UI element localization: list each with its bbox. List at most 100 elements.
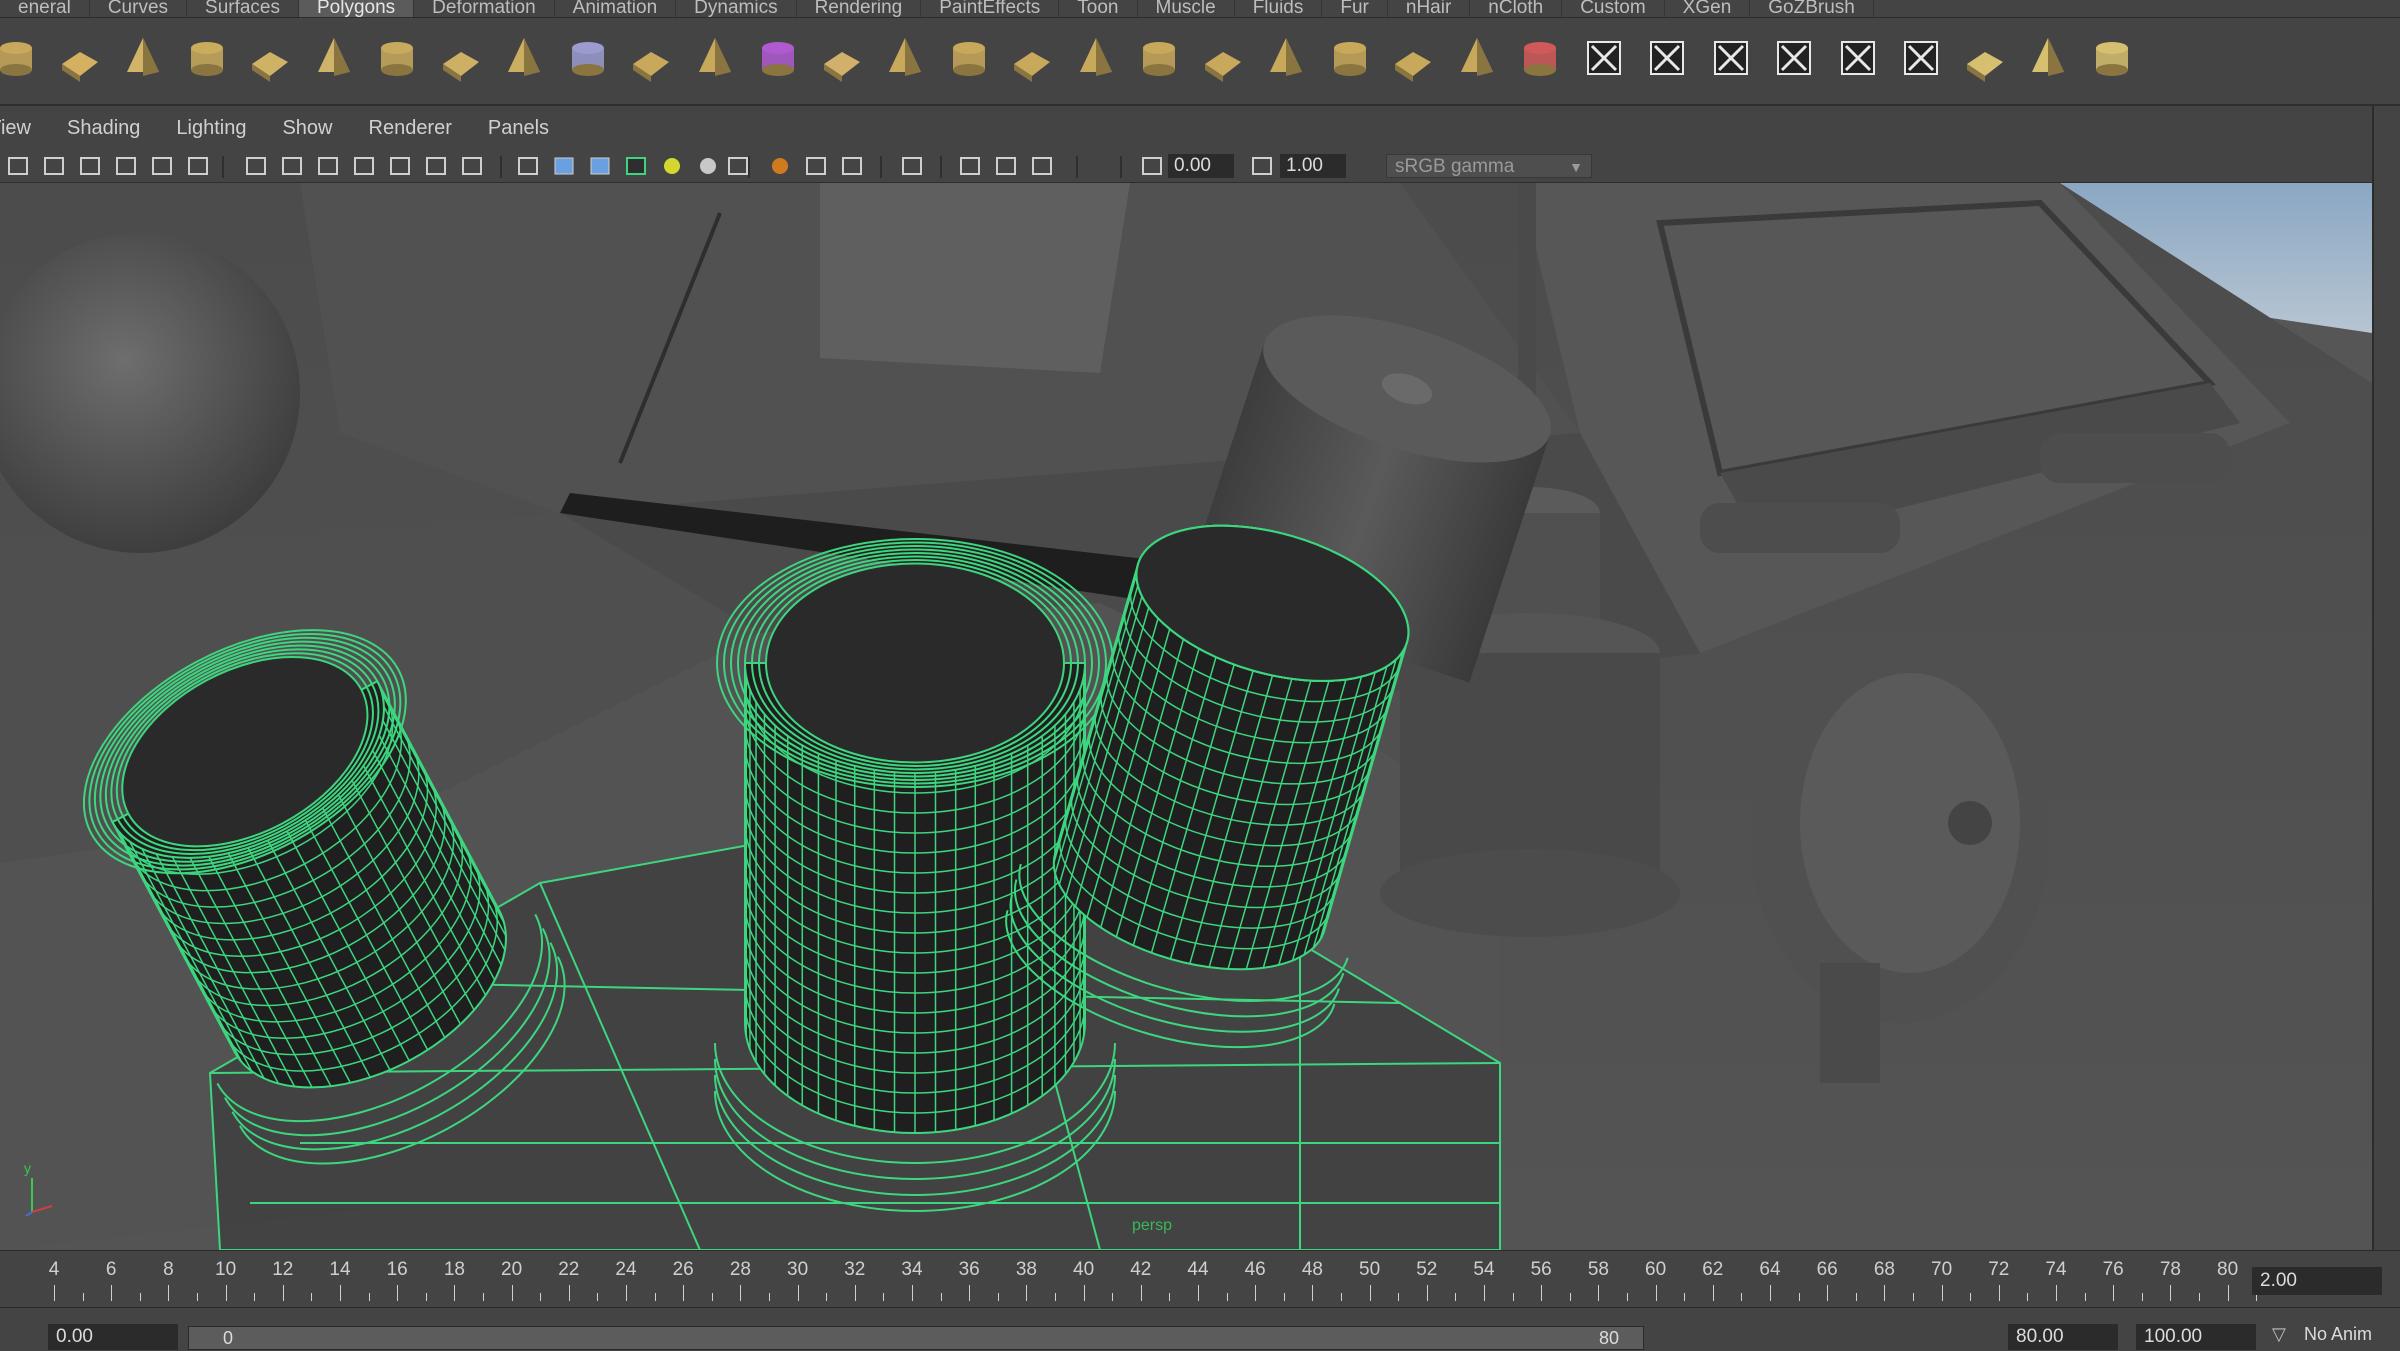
- sphere-icon[interactable]: [0, 32, 40, 84]
- shelf-tab-curves[interactable]: Curves: [90, 0, 188, 17]
- isolate-select-icon[interactable]: [900, 154, 924, 178]
- shelf-tab-painteffects[interactable]: PaintEffects: [921, 0, 1060, 17]
- shelf-tab-muscle[interactable]: Muscle: [1138, 0, 1235, 17]
- cone-icon[interactable]: [183, 32, 231, 84]
- shelf-tab-eneral[interactable]: eneral: [0, 0, 90, 17]
- motion-blur-icon[interactable]: [768, 154, 792, 178]
- menu-show[interactable]: Show: [282, 117, 346, 140]
- split-icon[interactable]: [1008, 32, 1056, 84]
- menu-lighting[interactable]: Lighting: [176, 117, 260, 140]
- grid-icon[interactable]: [244, 154, 268, 178]
- menu-renderer[interactable]: Renderer: [369, 117, 466, 140]
- bridge-icon[interactable]: [881, 32, 929, 84]
- uv-auto-icon[interactable]: [2088, 32, 2136, 84]
- uv-unfold-icon[interactable]: [1643, 32, 1691, 84]
- xray-joints-icon[interactable]: [994, 154, 1018, 178]
- start-time-field[interactable]: 0.00: [48, 1324, 178, 1350]
- poke-icon[interactable]: [1262, 32, 1310, 84]
- field-chart-icon[interactable]: [388, 154, 412, 178]
- torus-icon[interactable]: [310, 32, 358, 84]
- smooth-shade-icon[interactable]: [552, 154, 576, 178]
- soccer-ball-icon[interactable]: [500, 32, 548, 84]
- shelf-tab-ncloth[interactable]: nCloth: [1470, 0, 1563, 17]
- image-plane-icon[interactable]: [114, 154, 138, 178]
- menu-shading[interactable]: Shading: [67, 117, 154, 140]
- depth-of-field-icon[interactable]: [840, 154, 864, 178]
- wireframe-on-shaded-icon[interactable]: [588, 154, 612, 178]
- cube-colored-icon[interactable]: [754, 32, 802, 84]
- uv-editor-icon[interactable]: [1897, 32, 1945, 84]
- wedge-icon[interactable]: [1199, 32, 1247, 84]
- safe-action-icon[interactable]: [424, 154, 448, 178]
- mirror-icon[interactable]: [564, 32, 612, 84]
- gate-mask-icon[interactable]: [352, 154, 376, 178]
- gamma-icon[interactable]: [1250, 154, 1274, 178]
- shelf-tab-polygons[interactable]: Polygons: [299, 0, 415, 17]
- shelf-tab-animation[interactable]: Animation: [555, 0, 677, 17]
- shelf-tab-surfaces[interactable]: Surfaces: [187, 0, 299, 17]
- extrude-icon[interactable]: [818, 32, 866, 84]
- shelf-tab-gozbrush[interactable]: GoZBrush: [1750, 0, 1874, 17]
- cylinder-icon[interactable]: [119, 32, 167, 84]
- resolution-gate-icon[interactable]: [316, 154, 340, 178]
- range-slider-bar[interactable]: 0 80: [188, 1326, 1644, 1350]
- sphere-subd-icon[interactable]: [627, 32, 675, 84]
- use-all-lights-icon[interactable]: [660, 154, 684, 178]
- end-time-field[interactable]: 80.00: [2008, 1324, 2118, 1350]
- xray-icon[interactable]: [958, 154, 982, 178]
- grease-pencil-icon[interactable]: [186, 154, 210, 178]
- shelf-tab-dynamics[interactable]: Dynamics: [676, 0, 797, 17]
- uv-grid-icon[interactable]: [1834, 32, 1882, 84]
- shelf-tab-xgen[interactable]: XGen: [1665, 0, 1751, 17]
- sphere-smooth-icon[interactable]: [691, 32, 739, 84]
- prism-icon[interactable]: [373, 32, 421, 84]
- insert-loop-icon[interactable]: [1072, 32, 1120, 84]
- anim-layer-label[interactable]: No Anim: [2304, 1324, 2372, 1345]
- plane-icon[interactable]: [246, 32, 294, 84]
- menu-panels[interactable]: Panels: [488, 117, 563, 140]
- current-frame-field[interactable]: 2.00: [2252, 1267, 2382, 1295]
- textured-icon[interactable]: [624, 154, 648, 178]
- time-ruler[interactable]: 4 6 8 10 12 14 16 18 20 22 24 26 28 30 32 34 36 38 40 42 44 4…: [0, 1251, 2258, 1307]
- film-gate-icon[interactable]: [280, 154, 304, 178]
- shelf-tab-toon[interactable]: Toon: [1059, 0, 1138, 17]
- multisample-aa-icon[interactable]: [804, 154, 828, 178]
- menu-view[interactable]: View: [0, 117, 45, 140]
- shelf-tab-fluids[interactable]: Fluids: [1235, 0, 1323, 17]
- uv-toolkit-icon[interactable]: [1961, 32, 2009, 84]
- color-space-dropdown[interactable]: sRGB gamma ▼: [1386, 154, 1592, 178]
- gamma-field[interactable]: 1.00: [1280, 154, 1346, 178]
- bevel-icon[interactable]: [1135, 32, 1183, 84]
- bookmarks-icon[interactable]: [78, 154, 102, 178]
- shadows-icon[interactable]: [696, 154, 720, 178]
- pipe-icon[interactable]: [437, 32, 485, 84]
- exposure-field[interactable]: 0.00: [1168, 154, 1234, 178]
- screen-space-ao-icon[interactable]: [726, 154, 750, 178]
- cube-icon[interactable]: [56, 32, 104, 84]
- uv-planar-icon[interactable]: [2024, 32, 2072, 84]
- 2d-pan-zoom-icon[interactable]: [150, 154, 174, 178]
- duplicate-icon[interactable]: [1326, 32, 1374, 84]
- append-icon[interactable]: [945, 32, 993, 84]
- shelf-tab-rendering[interactable]: Rendering: [797, 0, 922, 17]
- shelf-tab-nhair[interactable]: nHair: [1388, 0, 1471, 17]
- safe-title-icon[interactable]: [460, 154, 484, 178]
- time-slider[interactable]: 4 6 8 10 12 14 16 18 20 22 24 26 28 30 32 34 36 38 40 42 44 4…: [0, 1250, 2400, 1307]
- chevron-down-icon[interactable]: ▽: [2272, 1324, 2286, 1345]
- uv-checker-icon[interactable]: [1580, 32, 1628, 84]
- shelf-tab-custom[interactable]: Custom: [1562, 0, 1665, 17]
- 3d-viewport[interactable]: [0, 183, 2372, 1250]
- exposure-icon[interactable]: [1140, 154, 1164, 178]
- fill-hole-icon[interactable]: [1453, 32, 1501, 84]
- wireframe-icon[interactable]: [516, 154, 540, 178]
- uv-layout-icon[interactable]: [1707, 32, 1755, 84]
- shelf-tab-deformation[interactable]: Deformation: [414, 0, 555, 17]
- uv-snapshot-icon[interactable]: [1770, 32, 1818, 84]
- sculpt-icon[interactable]: [1516, 32, 1564, 84]
- total-end-field[interactable]: 100.00: [2136, 1324, 2256, 1350]
- shelf-tab-fur[interactable]: Fur: [1322, 0, 1388, 17]
- merge-icon[interactable]: [1389, 32, 1437, 84]
- select-camera-icon[interactable]: [6, 154, 30, 178]
- xray-active-icon[interactable]: [1030, 154, 1054, 178]
- camera-attributes-icon[interactable]: [42, 154, 66, 178]
